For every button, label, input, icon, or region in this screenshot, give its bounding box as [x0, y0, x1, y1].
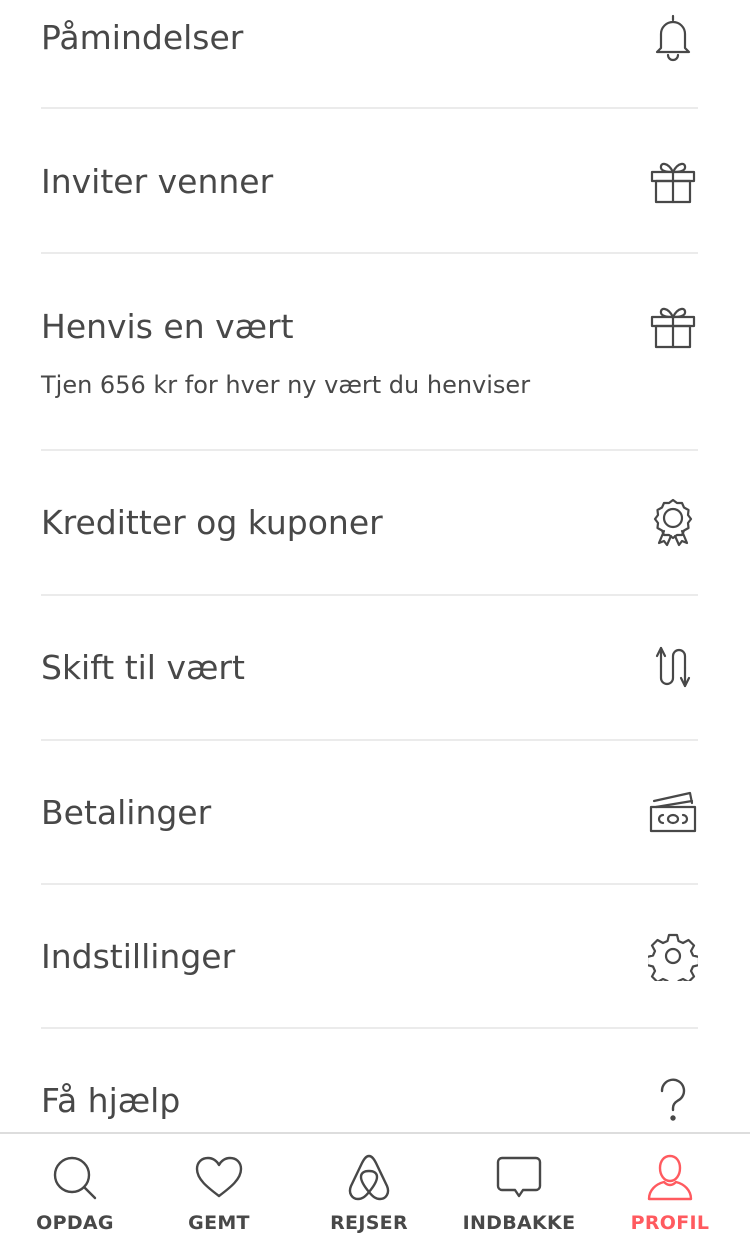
tab-profil[interactable]: PROFIL: [595, 1134, 745, 1250]
tab-label: REJSER: [330, 1212, 408, 1234]
profile-screen: Påmindelser Inviter venner Henvis en vær…: [0, 0, 750, 1250]
menu-item-label: Indstillinger: [41, 937, 236, 976]
menu-item-label: Betalinger: [41, 793, 212, 832]
menu-item-switch-to-host[interactable]: Skift til vært: [41, 596, 698, 739]
gear-icon: [648, 931, 698, 981]
menu-item-reminders[interactable]: Påmindelser: [41, 0, 698, 108]
bell-icon: [648, 12, 698, 62]
menu-item-credits-coupons[interactable]: Kreditter og kuponer: [41, 451, 698, 594]
menu-item-settings[interactable]: Indstillinger: [41, 885, 698, 1027]
tab-label: GEMT: [188, 1212, 250, 1234]
question-icon: [648, 1075, 698, 1125]
chat-bubble-icon: [493, 1152, 545, 1204]
menu-item-invite-friends[interactable]: Inviter venner: [41, 109, 698, 253]
tab-label: PROFIL: [630, 1212, 710, 1234]
menu-item-refer-host[interactable]: Henvis en vært Tjen 656 kr for hver ny v…: [41, 254, 698, 449]
bottom-tab-bar: OPDAG GEMT REJSER INDBAKKE PROFIL: [0, 1132, 750, 1250]
menu-item-label: Skift til vært: [41, 648, 245, 687]
search-icon: [49, 1152, 101, 1204]
heart-icon: [193, 1152, 245, 1204]
menu-item-label: Få hjælp: [41, 1081, 181, 1120]
menu-item-label: Henvis en vært: [41, 307, 294, 346]
airbnb-logo-icon: [343, 1152, 395, 1204]
award-ribbon-icon: [648, 497, 698, 547]
menu-item-label: Påmindelser: [41, 18, 244, 57]
tab-label: INDBAKKE: [462, 1212, 576, 1234]
tab-indbakke[interactable]: INDBAKKE: [444, 1134, 594, 1250]
user-icon: [644, 1152, 696, 1204]
cash-icon: [648, 787, 698, 837]
tab-label: OPDAG: [36, 1212, 114, 1234]
menu-item-label: Inviter venner: [41, 162, 274, 201]
tab-gemt[interactable]: GEMT: [144, 1134, 294, 1250]
tab-opdag[interactable]: OPDAG: [0, 1134, 150, 1250]
gift-icon: [648, 156, 698, 206]
menu-item-label: Kreditter og kuponer: [41, 503, 383, 542]
switch-arrows-icon: [648, 642, 698, 692]
menu-item-get-help[interactable]: Få hjælp: [41, 1029, 698, 1132]
gift-icon: [648, 301, 698, 351]
menu-item-sublabel: Tjen 656 kr for hver ny vært du henviser: [41, 371, 531, 399]
menu-item-payments[interactable]: Betalinger: [41, 741, 698, 883]
tab-rejser[interactable]: REJSER: [294, 1134, 444, 1250]
